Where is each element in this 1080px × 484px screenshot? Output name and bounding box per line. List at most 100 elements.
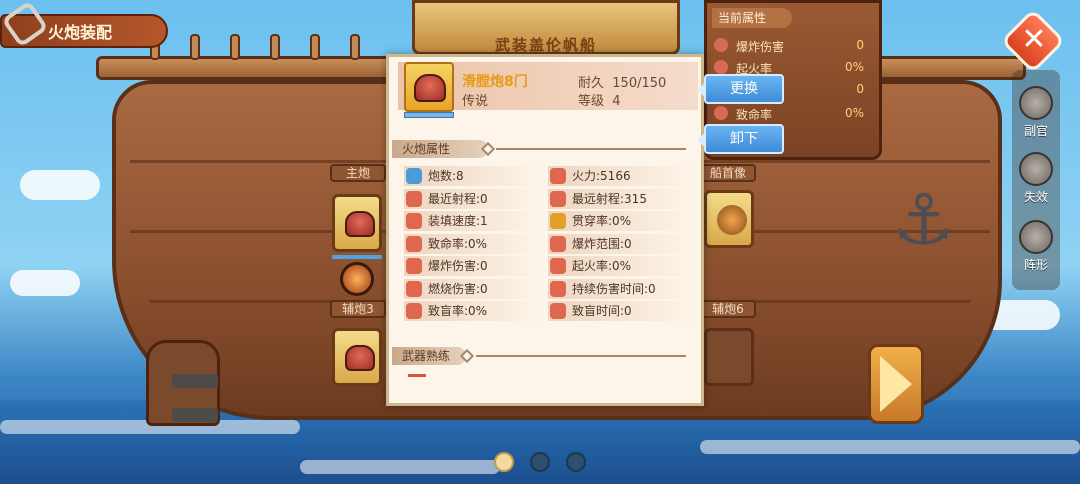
attribute-text: 致命率:0% [428,236,488,251]
slot-aux3-cannon[interactable] [332,328,382,386]
blind-icon [406,303,422,319]
section-cannon-attributes: 火炮属性 [392,140,488,158]
attribute-row-bg [404,166,544,186]
attr-row: 爆炸伤害 0 [712,34,872,56]
attr-row: 致命率 0% [712,102,872,124]
attribute-row: 起火率:0% [548,256,698,276]
skull-icon [714,106,728,120]
attribute-text: 贯穿率:0% [572,214,632,228]
attribute-row: 致盲率:0% [404,301,544,321]
attribute-row: 火力:5166 [548,166,698,186]
attribute-row: 最远射程:315 [548,188,698,209]
fire-rate-icon [550,258,566,274]
rail-post [310,34,320,60]
cloud [10,270,80,296]
slot-label-figurehead: 船首像 [700,164,756,182]
explosion-icon [714,38,728,52]
attribute-row: 燃烧伤害:0 [404,278,544,299]
chevron-right-icon [880,356,912,412]
current-attributes-title: 当前属性 [712,8,792,28]
disabled-button[interactable]: 失效 [1014,152,1058,212]
attribute-text: 持续伤害时间:0 [572,281,656,296]
hinge [172,408,218,422]
ship-name: 武装盖伦帆船 [494,36,597,54]
firepower-icon [550,168,566,184]
attribute-text: 最远射程:315 [572,191,647,206]
page-title: 火炮装配 [48,23,113,42]
rail-post [190,34,200,60]
slot-label-main: 主炮 [330,164,386,182]
page-dot-3[interactable] [566,452,586,472]
slot-label-aux6: 辅炮6 [700,300,756,318]
cannon-count-icon [406,168,422,184]
slot-main-bar [332,255,382,259]
disabled-icon [1019,152,1053,186]
attribute-row: 贯穿率:0% [548,211,698,231]
attribute-row: 最近射程:0 [404,188,544,209]
explosion-icon [406,258,422,274]
rail-post [230,34,240,60]
divider-line [496,148,686,150]
page-dot-1[interactable] [494,452,514,472]
mastery-progress [408,374,426,377]
attribute-text: 装填速度:1 [428,214,488,228]
hinge [172,374,218,388]
formation-icon [1019,220,1053,254]
dot-time-icon [550,280,566,297]
figurehead-icon [717,205,747,235]
pierce-icon [550,213,566,229]
slot-main-cannon[interactable] [332,194,382,252]
attribute-row: 致盲时间:0 [548,301,698,321]
blind-time-icon [550,303,566,319]
attribute-row: 持续伤害时间:0 [548,278,698,299]
attribute-text: 致盲率:0% [428,304,488,318]
section-weapon-mastery: 武器熟练 [392,347,466,365]
fire-rate-icon [714,60,728,74]
slot-aux6-empty[interactable] [704,328,754,386]
slot-label-aux3: 辅炮3 [330,300,386,318]
attribute-row: 装填速度:1 [404,211,544,231]
skull-icon [406,235,422,252]
attribute-text: 致盲时间:0 [572,304,632,318]
attribute-text: 炮数:8 [428,169,464,183]
item-quality-bar [404,112,454,118]
replace-button[interactable]: 更换 [704,74,784,104]
page-dot-2[interactable] [530,452,550,472]
fire-emblem-icon [340,262,374,296]
durability: 耐久 150/150 [578,76,667,91]
slot-figurehead[interactable] [704,190,754,248]
rail-post [350,34,360,60]
attribute-row: 炮数:8 [404,166,544,186]
cannon-icon [345,211,375,237]
cloud [20,170,100,200]
reload-icon [406,213,422,229]
cannon-icon [345,345,375,371]
formation-button[interactable]: 阵形 [1014,220,1058,280]
cannon-icon [414,74,446,102]
burn-icon [406,280,422,297]
unequip-button[interactable]: 卸下 [704,124,784,154]
close-icon[interactable]: ✕ [1016,20,1052,60]
wave [700,440,1080,454]
rail-post [270,34,280,60]
attribute-row: 爆炸范围:0 [548,233,698,254]
anchor-icon: ⚓ [892,179,955,261]
item-rarity: 传说 [462,94,489,109]
max-range-icon [550,190,566,207]
item-name: 滑膛炮8门 [462,74,528,90]
attribute-text: 火力:5166 [572,169,631,183]
attribute-row: 致命率:0% [404,233,544,254]
wave [300,460,500,474]
attribute-text: 爆炸伤害:0 [428,259,488,273]
attribute-text: 燃烧伤害:0 [428,281,488,296]
min-range-icon [406,190,422,207]
divider-line [476,355,686,357]
deputy-button[interactable]: 副官 [1014,86,1058,146]
attribute-text: 爆炸范围:0 [572,236,632,251]
attribute-text: 最近射程:0 [428,191,488,206]
deputy-icon [1019,86,1053,120]
attribute-row: 爆炸伤害:0 [404,256,544,276]
level: 等级 4 [578,94,621,109]
attribute-text: 起火率:0% [572,259,632,273]
blast-area-icon [550,235,566,252]
